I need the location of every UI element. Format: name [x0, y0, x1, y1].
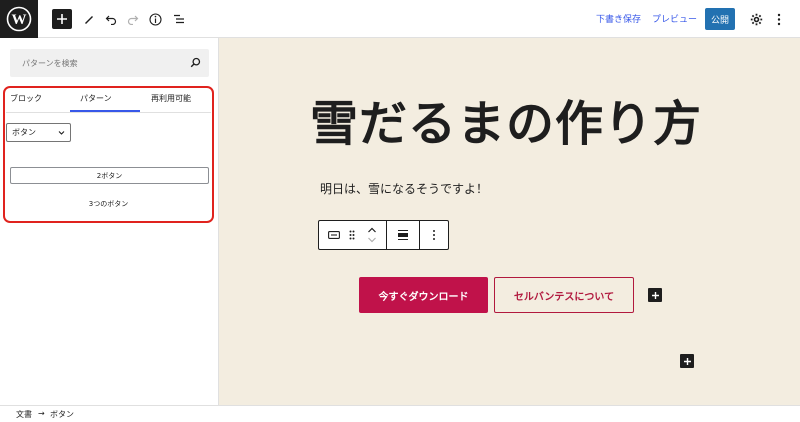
list-view-icon — [174, 14, 184, 24]
justify-icon — [398, 229, 408, 241]
button-block-icon — [328, 231, 340, 239]
block-options-button[interactable] — [424, 221, 444, 249]
save-draft-button[interactable]: 下書き保存 — [596, 12, 641, 25]
post-heading[interactable]: 雪だるまの作り方 — [310, 84, 702, 154]
plus-icon — [651, 291, 659, 299]
breadcrumb-document[interactable]: 文書 — [16, 409, 32, 420]
preview-button[interactable]: プレビュー — [652, 12, 697, 25]
info-icon — [148, 12, 162, 26]
about-cervantes-button[interactable]: セルバンテスについて — [494, 277, 634, 313]
download-now-button[interactable]: 今すぐダウンロード — [359, 277, 488, 313]
paragraph-block[interactable]: 明日は、雪になるそうですよ！ — [320, 180, 488, 197]
settings-button[interactable] — [747, 0, 765, 38]
append-block-button[interactable] — [680, 354, 694, 368]
undo-button[interactable] — [102, 0, 120, 38]
pattern-search — [10, 49, 209, 77]
move-block-buttons[interactable] — [363, 221, 381, 249]
pattern-search-input[interactable] — [10, 49, 190, 77]
wordpress-logo-icon[interactable]: W — [0, 0, 38, 38]
svg-text:W: W — [12, 12, 27, 28]
breadcrumb-buttons[interactable]: ボタン — [50, 409, 74, 420]
list-view-button[interactable] — [170, 0, 188, 38]
toolbar-divider — [386, 221, 387, 249]
tools-button[interactable] — [80, 0, 98, 38]
pencil-icon — [85, 16, 93, 24]
justification-button[interactable] — [391, 221, 415, 249]
top-toolbar: W 下書き保存 プレビュー 公開 — [0, 0, 800, 38]
pattern-category-value: ボタン — [12, 128, 36, 137]
chevron-down-icon — [58, 131, 65, 135]
pattern-preview-two-buttons[interactable]: 2ボタン — [10, 167, 209, 184]
details-button[interactable] — [146, 0, 164, 38]
pattern-preview-label: 2ボタン — [96, 171, 123, 180]
drag-handle[interactable] — [345, 221, 359, 249]
search-icon — [190, 57, 201, 68]
block-inserter-panel: ブロック パターン 再利用可能 ボタン 2ボタン 3つのボタン — [0, 38, 219, 405]
toolbar-divider — [419, 221, 420, 249]
breadcrumb: 文書 → ボタン — [0, 405, 800, 422]
plus-icon — [683, 357, 691, 365]
active-tab-indicator — [70, 110, 140, 112]
pattern-category-select[interactable]: ボタン — [6, 123, 71, 142]
redo-button[interactable] — [124, 0, 142, 38]
more-vertical-icon — [777, 13, 781, 25]
chevron-down-icon[interactable] — [367, 237, 377, 243]
add-block-button[interactable] — [52, 9, 72, 29]
plus-icon — [57, 14, 67, 24]
options-button[interactable] — [770, 0, 788, 38]
tab-reusable[interactable]: 再利用可能 — [151, 93, 191, 104]
tab-blocks[interactable]: ブロック — [10, 93, 42, 104]
inserter-tabs: ブロック パターン 再利用可能 — [6, 89, 211, 113]
redo-icon — [127, 15, 139, 25]
block-type-button[interactable] — [325, 221, 343, 249]
block-toolbar — [318, 220, 449, 250]
more-vertical-icon — [433, 230, 435, 240]
chevron-up-icon[interactable] — [367, 227, 377, 233]
breadcrumb-arrow-icon: → — [38, 409, 45, 418]
pattern-three-buttons-title[interactable]: 3つのボタン — [6, 199, 211, 209]
inline-add-block-button[interactable] — [648, 288, 662, 302]
tab-patterns[interactable]: パターン — [80, 93, 112, 104]
drag-handle-icon — [349, 230, 355, 240]
undo-icon — [105, 15, 117, 25]
publish-button[interactable]: 公開 — [705, 8, 735, 30]
gear-icon — [750, 13, 762, 25]
